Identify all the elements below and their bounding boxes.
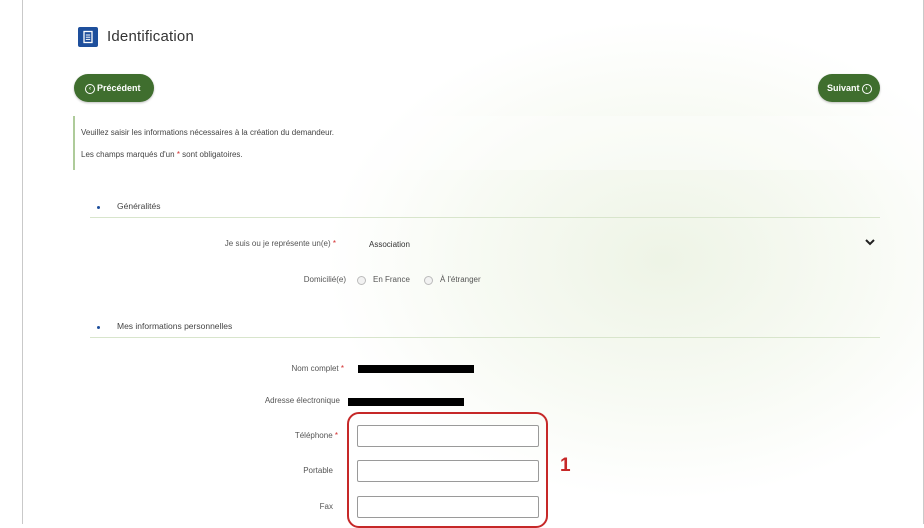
fax-label: Fax [319, 502, 333, 511]
email-label: Adresse électronique [264, 396, 340, 405]
required-asterisk: * [332, 239, 336, 248]
section-bullet-icon [97, 326, 100, 329]
previous-button-label: Précédent [97, 83, 141, 93]
required-asterisk: * [340, 364, 344, 373]
represent-select[interactable] [356, 235, 880, 253]
required-notice: Les champs marqués d'un * sont obligatoi… [81, 150, 243, 159]
redacted-email-value [348, 398, 464, 406]
represent-label: Je suis ou je représente un(e) * [150, 239, 336, 248]
phone-label-text: Téléphone [294, 431, 333, 440]
required-asterisk: * [334, 431, 338, 440]
phone-label: Téléphone * [200, 431, 338, 440]
previous-button[interactable]: ‹ Précédent [74, 74, 154, 102]
radio-etranger[interactable] [424, 276, 433, 285]
section-title-general: Généralités [117, 201, 161, 211]
section-title-personal: Mes informations personnelles [117, 321, 233, 331]
section-bullet-icon [97, 206, 100, 209]
required-asterisk: * [176, 150, 180, 159]
represent-select-value: Association [369, 240, 410, 249]
name-label-text: Nom complet [291, 364, 339, 373]
required-notice-suffix: sont obligatoires. [182, 150, 243, 159]
represent-label-text: Je suis ou je représente un(e) [224, 239, 331, 248]
page-title: Identification [107, 28, 195, 45]
next-button-label: Suivant [827, 83, 860, 93]
highlight-box [347, 412, 548, 528]
radio-en-france-label: En France [373, 275, 410, 284]
section-divider [90, 217, 880, 218]
circle-arrow-right-icon: › [861, 83, 872, 94]
chevron-down-icon[interactable] [864, 236, 876, 250]
circle-arrow-left-icon: ‹ [85, 83, 95, 94]
radio-en-france[interactable] [357, 276, 366, 285]
name-label: Nom complet * [200, 364, 344, 373]
redacted-name-value [358, 365, 474, 373]
info-text: Veuillez saisir les informations nécessa… [81, 128, 335, 137]
info-box: Veuillez saisir les informations nécessa… [73, 116, 921, 170]
section-divider [90, 337, 880, 338]
radio-etranger-label: À l'étranger [440, 275, 481, 284]
document-icon [78, 27, 98, 47]
callout-number: 1 [560, 455, 571, 476]
mobile-label: Portable [303, 466, 333, 475]
next-button[interactable]: Suivant › [818, 74, 880, 102]
domicile-label: Domicilié(e) [303, 275, 346, 284]
required-notice-prefix: Les champs marqués d'un [81, 150, 175, 159]
